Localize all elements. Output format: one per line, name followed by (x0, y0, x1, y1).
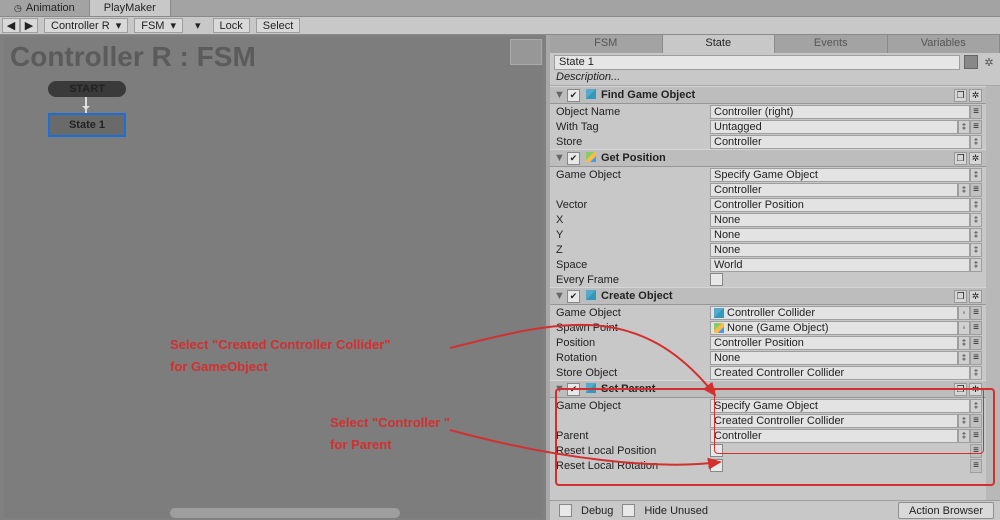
clock-icon: ◷ (14, 3, 22, 13)
enable-checkbox[interactable]: ✔ (567, 89, 580, 102)
debug-checkbox[interactable] (559, 504, 572, 517)
reset-pos-checkbox[interactable] (710, 444, 723, 457)
fwd-button[interactable]: ▶ (20, 18, 38, 33)
fsm-dropdown[interactable]: FSM▾ (134, 18, 183, 33)
action-header-getpos[interactable]: ▼✔ Get Position ❐✲ (550, 149, 986, 167)
store-dropdown[interactable]: Controller (710, 135, 970, 149)
tab-state[interactable]: State (663, 35, 776, 53)
gear-icon[interactable]: ✲ (982, 55, 996, 69)
action-header-setparent[interactable]: ▼✔ Set Parent ❐✲ (550, 380, 986, 398)
setparent-parent[interactable]: Controller (710, 429, 958, 443)
tab-variables[interactable]: Variables (888, 35, 1000, 53)
description-input[interactable]: Description... (550, 71, 1000, 86)
annotation-2: Select "Controller " (330, 415, 450, 430)
transition-arrow (85, 97, 87, 113)
action-header-find[interactable]: ▼ ✔ Find Game Object ❐✲ (550, 86, 986, 104)
start-node[interactable]: START (48, 81, 126, 97)
lock-button[interactable]: Lock (213, 18, 250, 33)
prefab-icon (714, 308, 724, 318)
fold-icon: ▼ (554, 89, 564, 101)
fsm-canvas[interactable]: Controller R : FSM START State 1 Select … (0, 35, 550, 520)
action-browser-button[interactable]: Action Browser (898, 502, 994, 519)
gear-icon[interactable]: ✲ (969, 89, 982, 102)
hscrollbar[interactable] (170, 508, 400, 518)
toolbar: ◀ ▶ Controller R▾ FSM▾ ▾ Lock Select (0, 17, 1000, 35)
back-button[interactable]: ◀ (2, 18, 20, 33)
action-header-create[interactable]: ▼✔ Create Object ❐✲ (550, 287, 986, 305)
tab-fsm[interactable]: FSM (550, 35, 663, 53)
tag-dropdown[interactable]: Untagged (710, 120, 958, 134)
tab-playmaker[interactable]: PlayMaker (90, 0, 171, 16)
tab-events[interactable]: Events (775, 35, 888, 53)
tab-animation[interactable]: ◷Animation (0, 0, 90, 16)
inspector: FSM State Events Variables State 1 ✲ Des… (550, 35, 1000, 520)
reset-rot-checkbox[interactable] (710, 459, 723, 472)
object-name-input[interactable]: Controller (right) (710, 105, 970, 119)
doc-icon[interactable]: ❐ (954, 89, 967, 102)
var-toggle[interactable]: ≡ (970, 105, 982, 119)
sep-icon: ▾ (189, 18, 207, 33)
state-name-input[interactable]: State 1 (554, 55, 960, 70)
gameobject-icon (714, 323, 724, 333)
state-node[interactable]: State 1 (48, 113, 126, 137)
fsm-owner-dropdown[interactable]: Controller R▾ (44, 18, 128, 33)
every-frame-checkbox[interactable] (710, 273, 723, 286)
annotation-1b: for GameObject (170, 359, 268, 374)
color-swatch[interactable] (964, 55, 978, 69)
annotation-2b: for Parent (330, 437, 391, 452)
cube-icon (586, 89, 598, 101)
canvas-title: Controller R : FSM (10, 41, 256, 73)
minimap[interactable] (510, 39, 542, 65)
vscrollbar[interactable] (986, 86, 1000, 216)
select-button[interactable]: Select (256, 18, 301, 33)
hide-checkbox[interactable] (622, 504, 635, 517)
setparent-go-var[interactable]: Created Controller Collider (710, 414, 958, 428)
annotation-1: Select "Created Controller Collider" (170, 337, 390, 352)
